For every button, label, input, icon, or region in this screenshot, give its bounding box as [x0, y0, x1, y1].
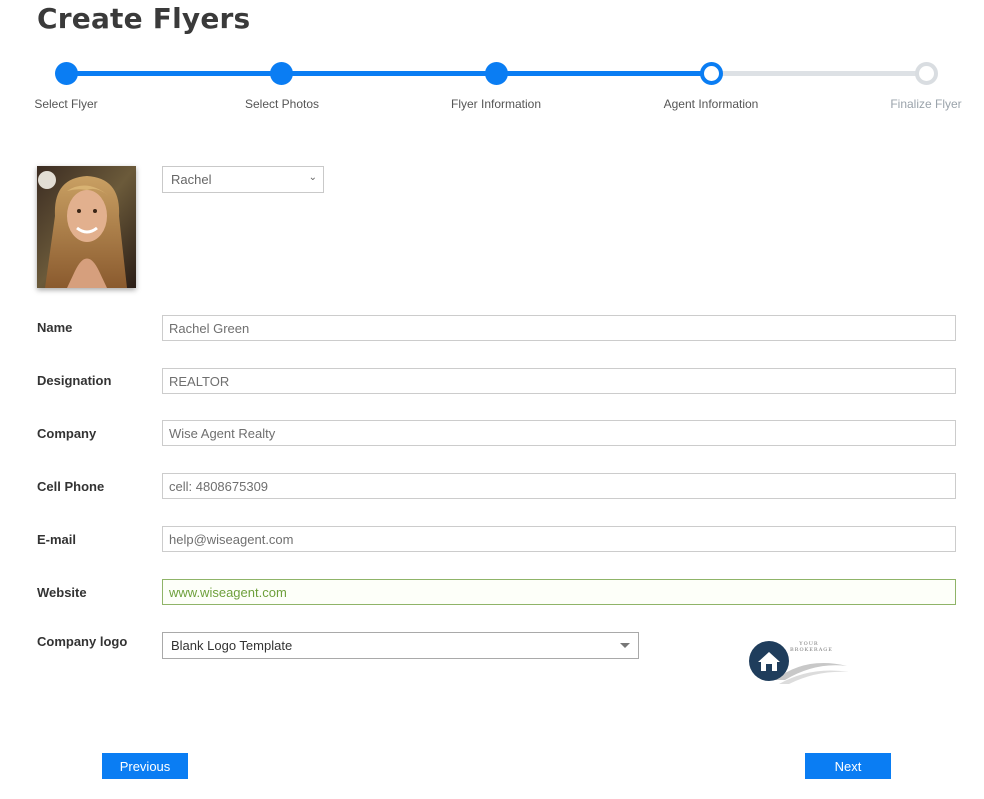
designation-input[interactable] — [162, 368, 956, 394]
email-input[interactable] — [162, 526, 956, 552]
website-input[interactable] — [162, 579, 956, 605]
name-label: Name — [37, 320, 73, 335]
previous-button[interactable]: Previous — [102, 753, 188, 779]
stepper-track-complete — [66, 71, 711, 76]
step-dot-select-photos[interactable] — [270, 62, 293, 85]
step-dot-agent-information[interactable] — [700, 62, 723, 85]
stepper-track-remaining — [711, 71, 926, 76]
step-dot-select-flyer[interactable] — [55, 62, 78, 85]
step-label-finalize-flyer: Finalize Flyer — [890, 97, 962, 111]
cell-phone-label: Cell Phone — [37, 479, 105, 494]
cell-phone-input[interactable] — [162, 473, 956, 499]
company-label: Company — [37, 426, 97, 441]
logo-line-2: BROKERAGE — [790, 647, 833, 653]
agent-photo — [37, 166, 136, 288]
chevron-down-icon: ⌄ — [308, 172, 317, 183]
step-label-select-flyer: Select Flyer — [34, 97, 98, 111]
name-input[interactable] — [162, 315, 956, 341]
step-dot-flyer-information[interactable] — [485, 62, 508, 85]
company-logo-select[interactable]: Blank Logo Template — [162, 632, 639, 659]
company-input[interactable] — [162, 420, 956, 446]
company-logo-select-value: Blank Logo Template — [171, 638, 293, 653]
designation-label: Designation — [37, 373, 112, 388]
website-label: Website — [37, 585, 87, 600]
step-dot-finalize-flyer — [915, 62, 938, 85]
agent-select-value: Rachel — [171, 172, 212, 187]
next-button[interactable]: Next — [805, 753, 891, 779]
logo-brokerage-text: YOUR BROKERAGE — [790, 641, 833, 653]
agent-select[interactable]: Rachel ⌄ — [162, 166, 324, 193]
company-logo-label: Company logo — [37, 634, 128, 649]
caret-down-icon — [620, 643, 630, 648]
step-label-agent-information: Agent Information — [663, 97, 759, 111]
step-label-flyer-information: Flyer Information — [450, 97, 542, 111]
email-label: E-mail — [37, 532, 77, 547]
progress-stepper: Select Flyer Select Photos Flyer Informa… — [0, 0, 984, 120]
step-label-select-photos: Select Photos — [244, 97, 320, 111]
